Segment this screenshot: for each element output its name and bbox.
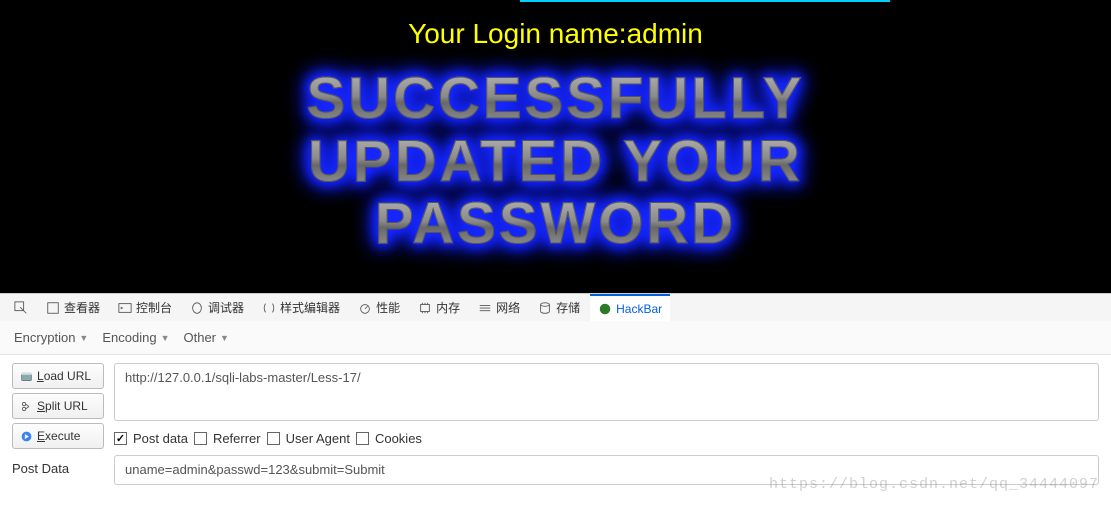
- caret-down-icon: ▼: [220, 333, 229, 343]
- success-line-1: SUCCESSFULLY: [307, 68, 805, 131]
- memory-icon: [418, 301, 432, 315]
- postdata-row: Post Data uname=admin&passwd=123&submit=…: [0, 449, 1111, 485]
- dropdown-label: Other: [183, 330, 216, 345]
- debugger-icon: [190, 301, 204, 315]
- postdata-label: Post Data: [12, 455, 104, 476]
- cookies-checkbox[interactable]: [356, 432, 369, 445]
- split-icon: [19, 399, 33, 413]
- caret-down-icon: ▼: [161, 333, 170, 343]
- success-line-2: UPDATED YOUR: [308, 131, 803, 194]
- checkbox-label: Cookies: [375, 431, 422, 446]
- picker-icon: [14, 301, 28, 315]
- checkbox-label: Referrer: [213, 431, 261, 446]
- btn-text: plit URL: [45, 399, 88, 413]
- tab-label: 性能: [376, 299, 400, 316]
- devtools-tabstrip: 查看器 控制台 调试器 样式编辑器 性能 内存 网络 存储 HackBar: [0, 293, 1111, 321]
- tab-storage[interactable]: 存储: [530, 294, 588, 321]
- tab-hackbar[interactable]: HackBar: [590, 294, 670, 321]
- postdata-input[interactable]: uname=admin&passwd=123&submit=Submit: [114, 455, 1099, 485]
- tab-debugger[interactable]: 调试器: [182, 294, 252, 321]
- success-message: SUCCESSFULLY UPDATED YOUR PASSWORD: [0, 68, 1111, 256]
- tab-label: 查看器: [64, 299, 100, 316]
- top-accent-bar: [520, 0, 890, 2]
- network-icon: [478, 301, 492, 315]
- tab-network[interactable]: 网络: [470, 294, 528, 321]
- app-content: Your Login name:admin SUCCESSFULLY UPDAT…: [0, 0, 1111, 293]
- tab-label: 控制台: [136, 299, 172, 316]
- url-input[interactable]: http://127.0.0.1/sqli-labs-master/Less-1…: [114, 363, 1099, 421]
- hackbar-body: Load URL Split URL Execute http://127.0.…: [0, 355, 1111, 449]
- tab-picker[interactable]: [6, 294, 36, 321]
- btn-text: xecute: [45, 429, 80, 443]
- dropdown-label: Encoding: [102, 330, 156, 345]
- success-line-3: PASSWORD: [375, 193, 736, 256]
- postdata-checkbox[interactable]: [114, 432, 127, 445]
- tab-performance[interactable]: 性能: [350, 294, 408, 321]
- referrer-checkbox[interactable]: [194, 432, 207, 445]
- caret-down-icon: ▼: [79, 333, 88, 343]
- btn-text: oad URL: [44, 369, 91, 383]
- btn-hotkey: S: [37, 399, 45, 413]
- performance-icon: [358, 301, 372, 315]
- execute-button[interactable]: Execute: [12, 423, 104, 449]
- hackbar-toolbar: Encryption ▼ Encoding ▼ Other ▼: [0, 321, 1111, 355]
- checkbox-row: Post data Referrer User Agent Cookies: [114, 431, 1099, 446]
- inspector-icon: [46, 301, 60, 315]
- login-name-text: Your Login name:admin: [0, 0, 1111, 50]
- tab-console[interactable]: 控制台: [110, 294, 180, 321]
- tab-inspector[interactable]: 查看器: [38, 294, 108, 321]
- tab-label: 样式编辑器: [280, 299, 340, 316]
- hackbar-icon: [598, 302, 612, 316]
- tab-label: HackBar: [616, 302, 662, 316]
- encoding-dropdown[interactable]: Encoding ▼: [102, 330, 169, 345]
- tab-label: 内存: [436, 299, 460, 316]
- storage-icon: [538, 301, 552, 315]
- other-dropdown[interactable]: Other ▼: [183, 330, 228, 345]
- load-url-button[interactable]: Load URL: [12, 363, 104, 389]
- load-icon: [19, 369, 33, 383]
- split-url-button[interactable]: Split URL: [12, 393, 104, 419]
- tab-style-editor[interactable]: 样式编辑器: [254, 294, 348, 321]
- style-icon: [262, 301, 276, 315]
- checkbox-label: User Agent: [286, 431, 350, 446]
- checkbox-label: Post data: [133, 431, 188, 446]
- execute-icon: [19, 429, 33, 443]
- tab-memory[interactable]: 内存: [410, 294, 468, 321]
- encryption-dropdown[interactable]: Encryption ▼: [14, 330, 88, 345]
- useragent-checkbox[interactable]: [267, 432, 280, 445]
- btn-hotkey: L: [37, 369, 44, 383]
- tab-label: 网络: [496, 299, 520, 316]
- tab-label: 存储: [556, 299, 580, 316]
- hackbar-left-buttons: Load URL Split URL Execute: [12, 363, 104, 449]
- dropdown-label: Encryption: [14, 330, 75, 345]
- tab-label: 调试器: [208, 299, 244, 316]
- btn-hotkey: E: [37, 429, 45, 443]
- hackbar-right-area: http://127.0.0.1/sqli-labs-master/Less-1…: [114, 363, 1099, 449]
- console-icon: [118, 301, 132, 315]
